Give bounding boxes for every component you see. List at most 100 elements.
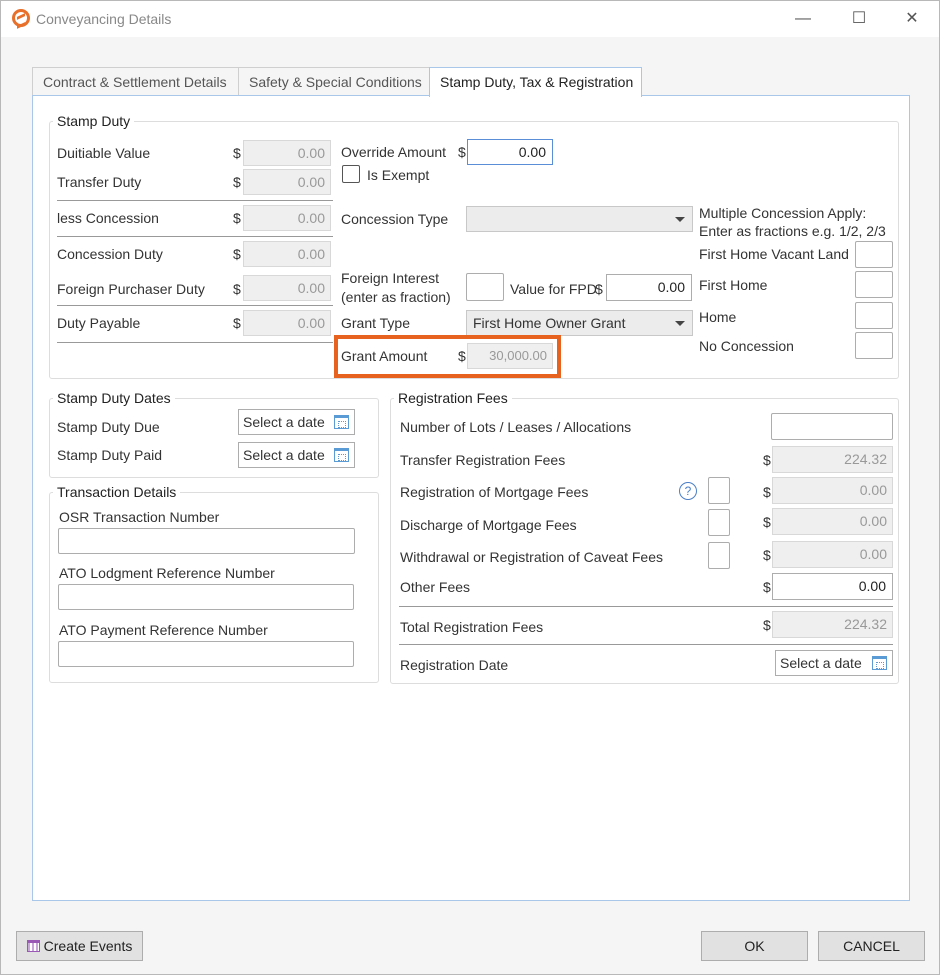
dutiable-value-field: 0.00: [243, 140, 331, 166]
transfer-duty-field: 0.00: [243, 169, 331, 195]
currency-symbol: $: [233, 174, 241, 190]
transfer-registration-fees-field: 224.32: [772, 446, 893, 473]
tab-contract-settlement[interactable]: Contract & Settlement Details: [32, 67, 239, 96]
currency-symbol: $: [233, 145, 241, 161]
ok-button[interactable]: OK: [701, 931, 808, 961]
multiple-concession-title: Multiple Concession Apply:: [699, 205, 867, 221]
registration-of-mortgage-fees-field: 0.00: [772, 477, 893, 504]
currency-symbol: $: [763, 484, 771, 500]
value-for-fpd-input[interactable]: 0.00: [606, 274, 692, 301]
number-of-lots-input[interactable]: [771, 413, 893, 440]
is-exempt-checkbox[interactable]: [342, 165, 360, 183]
create-events-button[interactable]: Create Events: [16, 931, 143, 961]
transaction-details-legend: Transaction Details: [57, 484, 177, 500]
no-concession-label: No Concession: [699, 338, 794, 354]
divider: [399, 644, 893, 645]
currency-symbol: $: [763, 547, 771, 563]
stamp-duty-due-datepicker[interactable]: Select a date: [238, 409, 355, 435]
calendar-icon[interactable]: [334, 448, 349, 462]
app-logo-icon: [12, 9, 30, 27]
other-fees-label: Other Fees: [400, 579, 471, 595]
stamp-duty-dates-legend: Stamp Duty Dates: [57, 390, 171, 406]
registration-date-label: Registration Date: [400, 657, 509, 673]
first-home-input[interactable]: [855, 271, 893, 298]
divider: [57, 236, 333, 237]
calendar-icon[interactable]: [872, 656, 887, 670]
currency-symbol: $: [763, 452, 771, 468]
currency-symbol: $: [595, 281, 603, 297]
currency-symbol: $: [763, 514, 771, 530]
is-exempt-label: Is Exempt: [367, 167, 430, 183]
stamp-duty-paid-label: Stamp Duty Paid: [57, 447, 163, 463]
chevron-down-icon: [675, 321, 685, 326]
currency-symbol: $: [233, 246, 241, 262]
foreign-interest-sublabel: (enter as fraction): [341, 289, 451, 305]
divider: [399, 606, 893, 607]
discharge-of-mortgage-fees-label: Discharge of Mortgage Fees: [400, 517, 577, 533]
ato-payment-reference-input[interactable]: [58, 641, 354, 667]
foreign-interest-input[interactable]: [466, 273, 504, 301]
stamp-duty-due-label: Stamp Duty Due: [57, 419, 160, 435]
ato-lodgment-reference-input[interactable]: [58, 584, 354, 610]
cancel-button[interactable]: CANCEL: [818, 931, 925, 961]
less-concession-field: 0.00: [243, 205, 331, 231]
close-button[interactable]: ✕: [896, 7, 928, 31]
other-fees-input[interactable]: 0.00: [772, 573, 893, 600]
currency-symbol: $: [233, 315, 241, 331]
title-bar: Conveyancing Details — ☐ ✕: [1, 1, 939, 37]
grant-type-select[interactable]: First Home Owner Grant: [466, 310, 693, 336]
discharge-of-mortgage-fees-field: 0.00: [772, 508, 893, 535]
grant-type-value: First Home Owner Grant: [473, 315, 626, 331]
registration-date-datepicker[interactable]: Select a date: [775, 650, 893, 676]
stamp-duty-paid-datepicker[interactable]: Select a date: [238, 442, 355, 468]
foreign-purchaser-duty-label: Foreign Purchaser Duty: [57, 281, 205, 297]
currency-symbol: $: [233, 281, 241, 297]
ato-lodgment-reference-label: ATO Lodgment Reference Number: [59, 565, 275, 581]
stamp-duty-legend: Stamp Duty: [57, 113, 131, 129]
total-registration-fees-label: Total Registration Fees: [400, 619, 544, 635]
discharge-count-input[interactable]: [708, 509, 730, 536]
mortgage-count-input[interactable]: [708, 477, 730, 504]
osr-transaction-number-input[interactable]: [58, 528, 355, 554]
minimize-button[interactable]: —: [787, 7, 819, 31]
first-home-vacant-land-input[interactable]: [855, 241, 893, 268]
currency-symbol: $: [458, 144, 466, 160]
total-registration-fees-field: 224.32: [772, 611, 893, 638]
multiple-concession-hint: Enter as fractions e.g. 1/2, 2/3: [699, 223, 886, 239]
duty-payable-field: 0.00: [243, 310, 331, 336]
caveat-fees-label: Withdrawal or Registration of Caveat Fee…: [400, 549, 663, 565]
registration-of-mortgage-fees-label: Registration of Mortgage Fees: [400, 484, 589, 500]
concession-type-label: Concession Type: [341, 211, 449, 227]
calendar-icon[interactable]: [334, 415, 349, 429]
first-home-vacant-land-label: First Home Vacant Land: [699, 246, 849, 262]
window-title: Conveyancing Details: [36, 11, 172, 27]
concession-duty-field: 0.00: [243, 241, 331, 267]
caveat-fees-field: 0.00: [772, 541, 893, 568]
currency-symbol: $: [233, 210, 241, 226]
help-icon[interactable]: ?: [679, 482, 697, 500]
tab-stamp-duty-tax-registration[interactable]: Stamp Duty, Tax & Registration: [429, 67, 642, 97]
caveat-count-input[interactable]: [708, 542, 730, 569]
dutiable-value-label: Duitiable Value: [57, 145, 151, 161]
tab-safety-special-conditions[interactable]: Safety & Special Conditions: [238, 67, 430, 96]
conveyancing-details-window: Conveyancing Details — ☐ ✕ Contract & Se…: [0, 0, 940, 975]
no-concession-input[interactable]: [855, 332, 893, 359]
override-amount-input[interactable]: 0.00: [467, 139, 553, 165]
home-input[interactable]: [855, 302, 893, 329]
ato-payment-reference-label: ATO Payment Reference Number: [59, 622, 268, 638]
concession-type-select[interactable]: [466, 206, 693, 232]
create-events-label: Create Events: [43, 938, 133, 954]
transfer-duty-label: Transfer Duty: [57, 174, 142, 190]
first-home-label: First Home: [699, 277, 768, 293]
chevron-down-icon: [675, 217, 685, 222]
stamp-duty-due-placeholder: Select a date: [243, 414, 325, 430]
foreign-purchaser-duty-field: 0.00: [243, 275, 331, 301]
stamp-duty-paid-placeholder: Select a date: [243, 447, 325, 463]
currency-symbol: $: [763, 617, 771, 633]
concession-duty-label: Concession Duty: [57, 246, 163, 262]
divider: [57, 305, 333, 306]
foreign-interest-label: Foreign Interest: [341, 270, 440, 286]
transfer-registration-fees-label: Transfer Registration Fees: [400, 452, 566, 468]
maximize-button[interactable]: ☐: [843, 7, 875, 31]
less-concession-label: less Concession: [57, 210, 159, 226]
